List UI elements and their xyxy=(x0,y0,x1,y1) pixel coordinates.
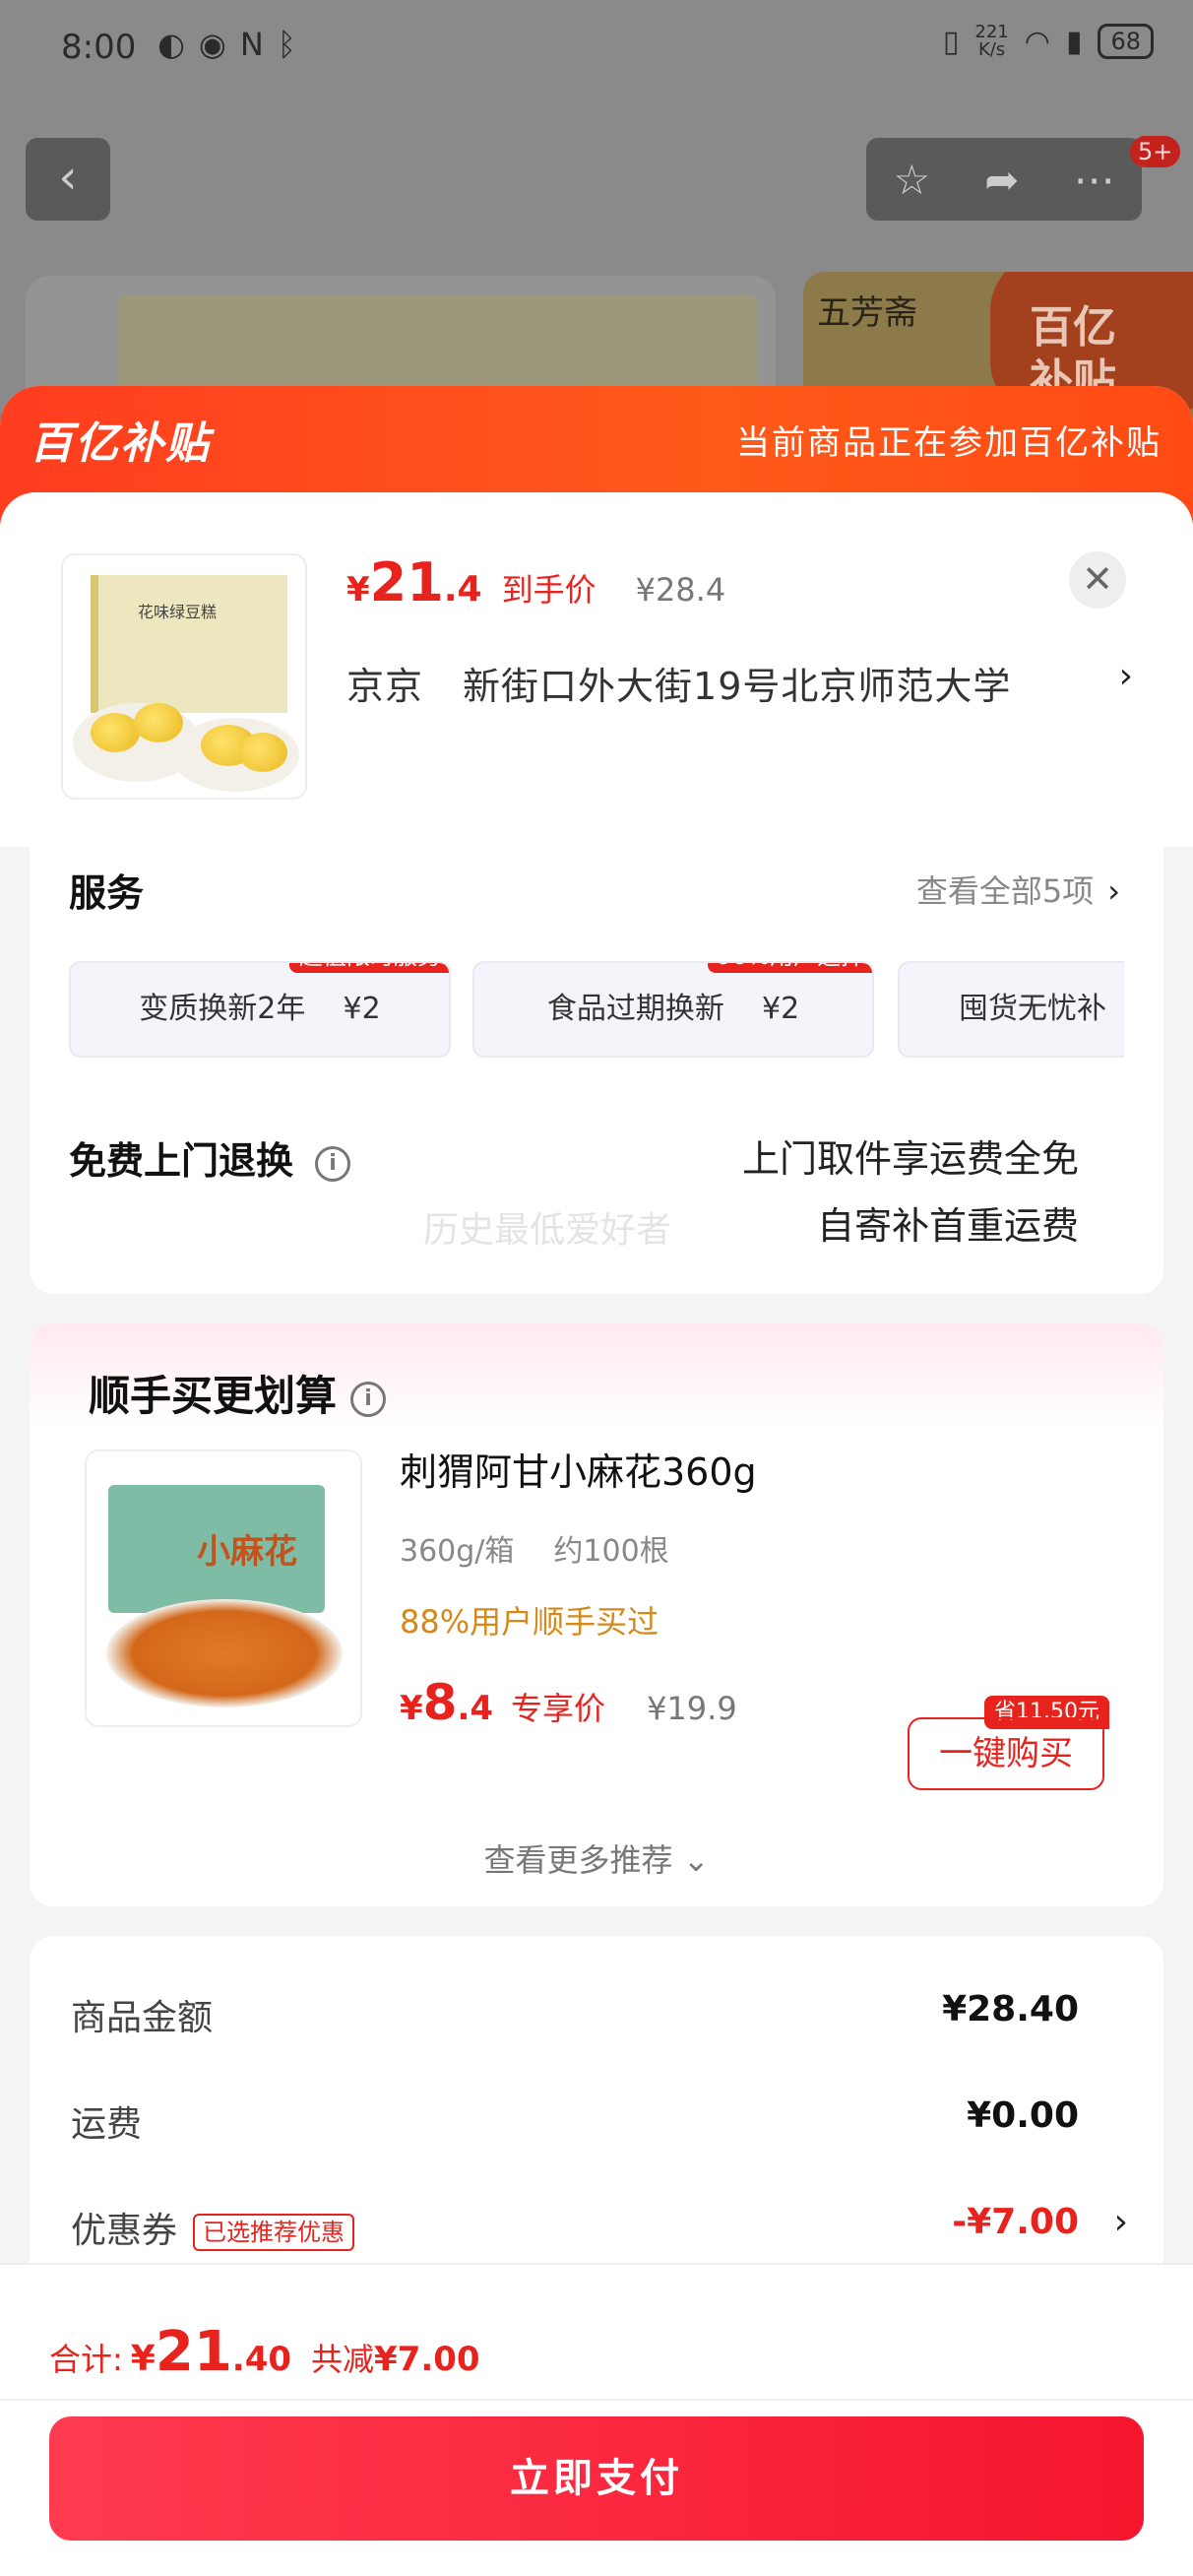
chevron-left-icon: ‹ xyxy=(58,150,78,205)
star-icon[interactable]: ☆ xyxy=(894,156,931,204)
info-icon[interactable]: i xyxy=(350,1381,387,1417)
view-more-recommendations[interactable]: 查看更多推荐 ⌄ xyxy=(30,1835,1163,1881)
divider xyxy=(0,2399,1193,2401)
close-icon: ✕ xyxy=(1082,557,1113,601)
nav-action-group: ☆ ➦ ⋯ xyxy=(866,138,1142,221)
product-box-image: 花味绿豆糕 xyxy=(91,575,287,713)
status-notification-icons: ◐ ◉ N ᛒ xyxy=(157,26,296,63)
address-selector[interactable]: 京京 新街口外大街19号北京师范大学 › xyxy=(346,656,1134,710)
service-chip-stockpile[interactable]: 囤货无忧补 xyxy=(898,961,1124,1058)
recommend-original-price: ¥19.9 xyxy=(647,1690,737,1727)
final-price-label: 到手价 xyxy=(501,571,596,609)
pay-now-button[interactable]: 立即支付 xyxy=(49,2416,1144,2541)
recommend-product-name[interactable]: 刺猬阿甘小麻花360g xyxy=(400,1442,757,1496)
recommend-social-proof: 88%用户顺手买过 xyxy=(400,1603,659,1641)
free-return-desc: 上门取件享运费全免 xyxy=(741,1137,1079,1181)
self-ship-desc: 自寄补首重运费 xyxy=(816,1204,1079,1248)
status-bar: 8:00 ◐ ◉ N ᛒ ▯ 221 K/s ◠ ▮ 68 xyxy=(0,0,1193,98)
recommend-title: 顺手买更划算 i xyxy=(89,1363,387,1423)
recommend-price: ¥8.4 xyxy=(400,1674,494,1731)
promo-text: 当前商品正在参加百亿补贴 xyxy=(736,423,1162,463)
chevron-right-icon: › xyxy=(1107,872,1120,910)
product-thumbnail: 花味绿豆糕 xyxy=(61,553,307,800)
coupon-label: 优惠券 xyxy=(71,2211,178,2251)
shipping-label: 运费 xyxy=(71,2104,143,2145)
vibrate-icon: ▯ xyxy=(942,24,960,59)
service-chip-expiry-replace[interactable]: 食品过期换新 ¥2 90%用户选择 xyxy=(472,961,874,1058)
checkout-footer: 合计: ¥21.40 共减¥7.00 立即支付 xyxy=(0,2263,1193,2576)
notification-icon: ◐ xyxy=(157,26,185,63)
view-all-services-link[interactable]: 查看全部5项 › xyxy=(916,867,1120,912)
network-speed: 221 K/s xyxy=(974,22,1009,60)
message-badge: 5+ xyxy=(1130,136,1181,167)
chevron-right-icon: › xyxy=(1118,656,1134,696)
price-row: ¥21.4 到手价 ¥28.4 xyxy=(346,551,725,613)
eye-icon: ◉ xyxy=(198,26,226,63)
service-chip-badge: 超值限时服务 xyxy=(289,963,449,973)
promo-logo: 百亿补贴 xyxy=(30,419,211,469)
brand-logo: 五芳斋 xyxy=(817,293,917,333)
total-reduction: 共减¥7.00 xyxy=(311,2340,480,2379)
cake-image xyxy=(238,733,287,772)
share-icon[interactable]: ➦ xyxy=(984,156,1019,204)
recommend-product-thumbnail[interactable]: 小麻花 xyxy=(85,1449,362,1727)
address-city: 京京 xyxy=(346,665,424,708)
status-time: 8:00 xyxy=(61,28,137,67)
watermark-text: 历史最低爱好者 xyxy=(423,1210,672,1251)
goods-amount-row: 商品金额 ¥28.40 xyxy=(71,1989,1079,2040)
address-detail: 新街口外大街19号北京师范大学 xyxy=(463,665,1012,708)
recommend-card: 顺手买更划算 i 小麻花 刺猬阿甘小麻花360g 360g/箱 约100根 88%用… xyxy=(30,1323,1163,1906)
service-card: 服务 查看全部5项› 变质换新2年 ¥2 超值限时服务 食品过期换新 ¥2 90… xyxy=(30,835,1163,1294)
service-chip-badge: 90%用户选择 xyxy=(707,963,872,973)
shipping-value: ¥0.00 xyxy=(967,2095,1079,2136)
battery-indicator: 68 xyxy=(1098,24,1154,59)
recommend-price-label: 专享价 xyxy=(511,1690,606,1727)
service-chip-spoil-replace[interactable]: 变质换新2年 ¥2 超值限时服务 xyxy=(69,961,451,1058)
chevron-right-icon: › xyxy=(1113,2202,1128,2242)
recommend-box-image: 小麻花 xyxy=(108,1485,325,1613)
shipping-row: 运费 ¥0.00 xyxy=(71,2095,1079,2147)
product-summary: 花味绿豆糕 ¥21.4 到手价 ¥28.4 ✕ 京京 新街口外大街19号北京师范大… xyxy=(0,492,1193,847)
bluetooth-icon: ᛒ xyxy=(277,26,296,63)
status-right-icons: ▯ 221 K/s ◠ ▮ 68 xyxy=(943,24,1154,59)
cake-image xyxy=(134,703,183,742)
total-label: 合计: xyxy=(49,2341,123,2378)
goods-amount-value: ¥28.40 xyxy=(942,1989,1079,2029)
background-page: 8:00 ◐ ◉ N ᛒ ▯ 221 K/s ◠ ▮ 68 ‹ ☆ ➦ ⋯ 5+… xyxy=(0,0,1193,479)
recommend-product-spec: 360g/箱 约100根 xyxy=(400,1534,669,1569)
wifi-icon: ◠ xyxy=(1024,24,1050,59)
close-button[interactable]: ✕ xyxy=(1069,551,1126,609)
nfc-icon: N xyxy=(239,26,264,63)
total-summary: 合计: ¥21.40 共减¥7.00 xyxy=(49,2320,480,2384)
original-price: ¥28.4 xyxy=(635,571,726,609)
coupon-row[interactable]: 优惠券 已选推荐优惠 -¥7.00 › xyxy=(71,2202,1128,2253)
goods-amount-label: 商品金额 xyxy=(71,1998,214,2038)
service-title: 服务 xyxy=(69,871,145,915)
info-icon[interactable]: i xyxy=(315,1145,351,1182)
free-return-title: 免费上门退换 i xyxy=(69,1130,351,1185)
checkout-sheet: 百亿补贴 当前商品正在参加百亿补贴 花味绿豆糕 ¥21.4 到手价 ¥28.4 … xyxy=(0,386,1193,2576)
alert-icon: ▮ xyxy=(1065,24,1083,59)
recommend-plate-image xyxy=(106,1599,343,1707)
one-click-buy-button[interactable]: 一键购买 xyxy=(908,1717,1104,1790)
cake-image xyxy=(91,713,140,752)
total-amount: 21 xyxy=(155,2320,232,2384)
coupon-tag: 已选推荐优惠 xyxy=(193,2214,355,2251)
back-button[interactable]: ‹ xyxy=(26,138,110,221)
recommend-price-row: ¥8.4 专享价 ¥19.9 xyxy=(400,1674,737,1731)
coupon-value: -¥7.00 xyxy=(952,2202,1079,2242)
final-price: ¥21.4 xyxy=(346,551,482,613)
more-icon[interactable]: ⋯ xyxy=(1073,156,1114,204)
chevron-down-icon: ⌄ xyxy=(682,1841,710,1879)
